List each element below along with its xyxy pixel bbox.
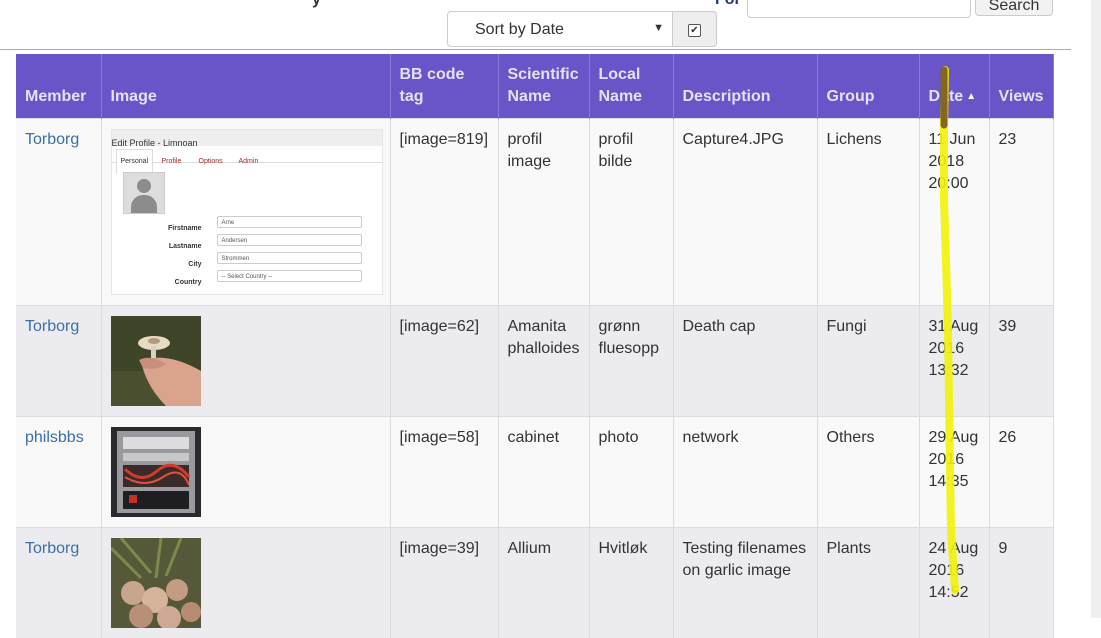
date-cell: 11 Jun 2018 20:00 <box>919 117 990 305</box>
scientific-name-cell: cabinet <box>498 415 590 527</box>
table-row: Torborg [image=62] Amanita phalloides gr… <box>16 304 1054 416</box>
local-name-cell: Hvitløk <box>589 526 674 638</box>
image-cell <box>101 304 391 416</box>
description-cell: Testing filenames on garlic image <box>673 526 818 638</box>
profile-thumb-tabs: Personal Profile Options Admin <box>111 148 382 174</box>
group-cell: Others <box>817 415 920 527</box>
profile-thumb-tab: Admin <box>238 157 259 165</box>
local-name-cell: profil bilde <box>589 117 674 305</box>
sort-direction-toggle[interactable]: ✔ <box>673 11 717 47</box>
views-cell: 39 <box>989 304 1054 416</box>
group-cell: Lichens <box>817 117 920 305</box>
views-cell: 23 <box>989 117 1054 305</box>
member-link[interactable]: Torborg <box>25 131 79 148</box>
image-cell: Edit Profile - Limnoan Personal Profile … <box>101 117 391 305</box>
group-cell: Fungi <box>817 304 920 416</box>
column-header-image: Image <box>101 54 391 118</box>
column-header-member[interactable]: Member <box>16 54 102 118</box>
views-cell: 9 <box>989 526 1054 638</box>
member-cell: Torborg <box>16 526 102 638</box>
scientific-name-cell: Allium <box>498 526 590 638</box>
date-cell: 31 Aug 2016 13:32 <box>919 304 990 416</box>
scientific-name-cell: Amanita phalloides <box>498 304 590 416</box>
column-header-bbcode: BB code tag <box>390 54 499 118</box>
views-cell: 26 <box>989 415 1054 527</box>
profile-thumb-row: Lastname Andersen <box>112 233 382 250</box>
column-header-scientific-name[interactable]: Scientific Name <box>498 54 590 118</box>
profile-thumb-row: Firstname Arne <box>112 215 382 232</box>
bbcode-cell: [image=819] <box>390 117 499 305</box>
mushroom-photo-thumbnail[interactable] <box>110 315 201 406</box>
profile-thumb-tab: Personal <box>115 148 154 174</box>
column-header-date[interactable]: Date ▲ <box>919 54 990 118</box>
image-cell <box>101 415 391 527</box>
column-header-date-label: Date <box>928 87 964 105</box>
column-header-group[interactable]: Group <box>817 54 920 118</box>
garlic-photo-thumbnail[interactable] <box>110 537 201 628</box>
for-label: For <box>715 0 741 9</box>
local-name-cell: grønn fluesopp <box>589 304 674 416</box>
description-cell: Death cap <box>673 304 818 416</box>
member-link[interactable]: Torborg <box>25 318 79 335</box>
bbcode-cell: [image=39] <box>390 526 499 638</box>
scrollbar[interactable] <box>1091 0 1101 618</box>
table-row: Torborg [image=39] Allium Hvitløk Testin… <box>16 526 1054 638</box>
profile-thumb-tab: Profile <box>161 157 182 165</box>
member-link[interactable]: philsbbs <box>25 429 84 446</box>
search-input[interactable] <box>747 0 971 18</box>
dropdown-arrow-icon: ▼ <box>653 22 664 34</box>
profile-thumb-row: Country -- Select Country -- <box>112 269 382 286</box>
bbcode-cell: [image=62] <box>390 304 499 416</box>
description-cell: network <box>673 415 818 527</box>
gallery-toolbar: y Sort by Date ▼ ✔ For Search <box>0 0 1101 50</box>
profile-thumb-tab: Options <box>198 157 223 165</box>
column-header-description[interactable]: Description <box>673 54 818 118</box>
search-button[interactable]: Search <box>975 0 1053 16</box>
profile-thumb-row: City Strommen <box>112 251 382 268</box>
member-cell: Torborg <box>16 117 102 305</box>
date-cell: 24 Aug 2016 14:52 <box>919 526 990 638</box>
checkbox-icon[interactable]: ✔ <box>688 24 701 37</box>
group-cell: Plants <box>817 526 920 638</box>
profile-screenshot-thumbnail[interactable]: Edit Profile - Limnoan Personal Profile … <box>110 128 383 295</box>
image-gallery-table: Member Image BB code tag Scientific Name… <box>16 54 1054 638</box>
image-cell <box>101 526 391 638</box>
local-name-cell: photo <box>589 415 674 527</box>
column-header-local-name[interactable]: Local Name <box>589 54 674 118</box>
profile-thumb-title: Edit Profile - Limnoan <box>111 129 382 148</box>
bbcode-cell: [image=58] <box>390 415 499 527</box>
member-cell: philsbbs <box>16 415 102 527</box>
cut-off-text: y <box>312 0 321 9</box>
network-cabinet-photo-thumbnail[interactable] <box>110 426 201 517</box>
column-header-views[interactable]: Views <box>989 54 1054 118</box>
member-link[interactable]: Torborg <box>25 540 79 557</box>
date-cell: 29 Aug 2016 14:35 <box>919 415 990 527</box>
table-header-row: Member Image BB code tag Scientific Name… <box>16 54 1054 118</box>
sort-select-value: Sort by Date <box>475 21 564 38</box>
table-row: Torborg Edit Profile - Limnoan Personal … <box>16 117 1054 305</box>
scientific-name-cell: profil image <box>498 117 590 305</box>
member-cell: Torborg <box>16 304 102 416</box>
sort-ascending-icon: ▲ <box>966 90 977 102</box>
description-cell: Capture4.JPG <box>673 117 818 305</box>
avatar-placeholder-icon <box>122 171 165 214</box>
divider <box>0 49 1071 50</box>
sort-select[interactable]: Sort by Date ▼ <box>447 11 673 47</box>
table-row: philsbbs [image=58] cabinet photo networ… <box>16 415 1054 527</box>
